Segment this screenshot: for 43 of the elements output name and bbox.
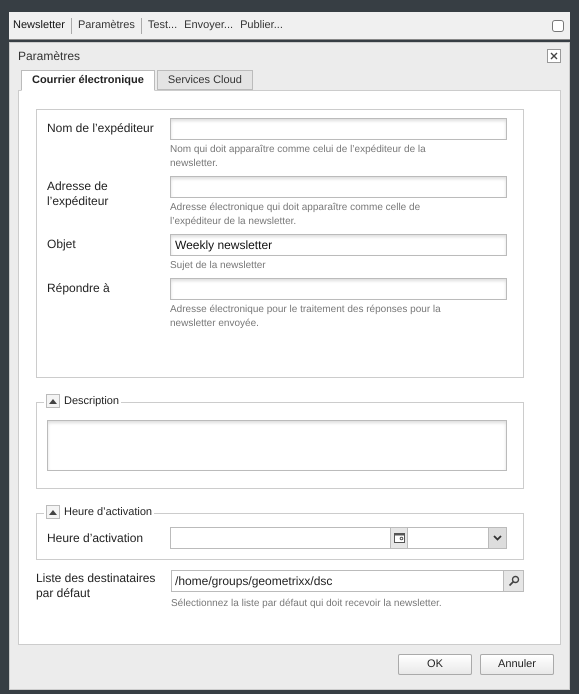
- input-field[interactable]: [170, 278, 507, 300]
- input-field[interactable]: [170, 176, 507, 198]
- collapse-icon: [49, 510, 57, 515]
- section-title: Heure d’activation: [64, 505, 152, 520]
- help-text: Adresse électronique qui doit apparaître comme celle de l’expéditeur de la newsletter.: [170, 201, 422, 229]
- help-text: Adresse électronique pour le traitement des réponses pour la newsletter envoyée.: [170, 303, 442, 331]
- tab[interactable]: Courrier électronique: [21, 70, 155, 91]
- close-icon: [550, 52, 558, 60]
- tab[interactable]: Services Cloud: [156, 70, 253, 90]
- chevron-down-icon: [493, 535, 502, 541]
- dialog-button[interactable]: Annuler: [480, 654, 554, 675]
- field-label: Nom de l’expéditeur: [47, 120, 155, 137]
- calendar-icon: [394, 533, 404, 543]
- checkbox[interactable]: [552, 20, 564, 32]
- field-label: Liste des destinataires par défaut: [36, 570, 156, 602]
- calendar-button[interactable]: [390, 528, 408, 548]
- date-field[interactable]: [170, 527, 507, 549]
- input-field[interactable]: Weekly newsletter: [170, 234, 507, 256]
- dialog-title: Paramètres: [18, 48, 80, 65]
- help-text: Nom qui doit apparaître comme celui de l’expéditeur de la newsletter.: [170, 143, 427, 171]
- dropdown-button[interactable]: [488, 528, 506, 548]
- menu-item[interactable]: Test...: [148, 17, 178, 34]
- dialog-button[interactable]: OK: [398, 654, 472, 675]
- field-label: Répondre à: [47, 280, 111, 297]
- menu-item[interactable]: Newsletter: [13, 17, 65, 34]
- help-text: Sélectionnez la liste par défaut qui doit recevoir la newsletter.: [171, 597, 443, 611]
- field-value: /home/groups/geometrixx/dsc: [174, 573, 334, 590]
- input-field[interactable]: [170, 118, 507, 140]
- menu-item[interactable]: Envoyer...: [184, 17, 234, 34]
- path-field[interactable]: /home/groups/geometrixx/dsc: [171, 570, 524, 592]
- search-icon: [508, 575, 520, 587]
- menu-item[interactable]: Paramètres: [78, 17, 135, 34]
- section-title: Description: [64, 394, 120, 409]
- field-label: Objet: [47, 236, 77, 253]
- search-button[interactable]: [503, 571, 523, 591]
- collapse-button[interactable]: [46, 505, 60, 520]
- field-label: Adresse de l’expéditeur: [47, 178, 110, 210]
- help-text: Sujet de la newsletter: [170, 259, 267, 273]
- close-button[interactable]: [547, 49, 561, 63]
- collapse-button[interactable]: [46, 394, 60, 408]
- field-label: Heure d’activation: [47, 530, 144, 547]
- collapse-icon: [49, 398, 57, 404]
- menu-item[interactable]: Publier...: [240, 17, 283, 34]
